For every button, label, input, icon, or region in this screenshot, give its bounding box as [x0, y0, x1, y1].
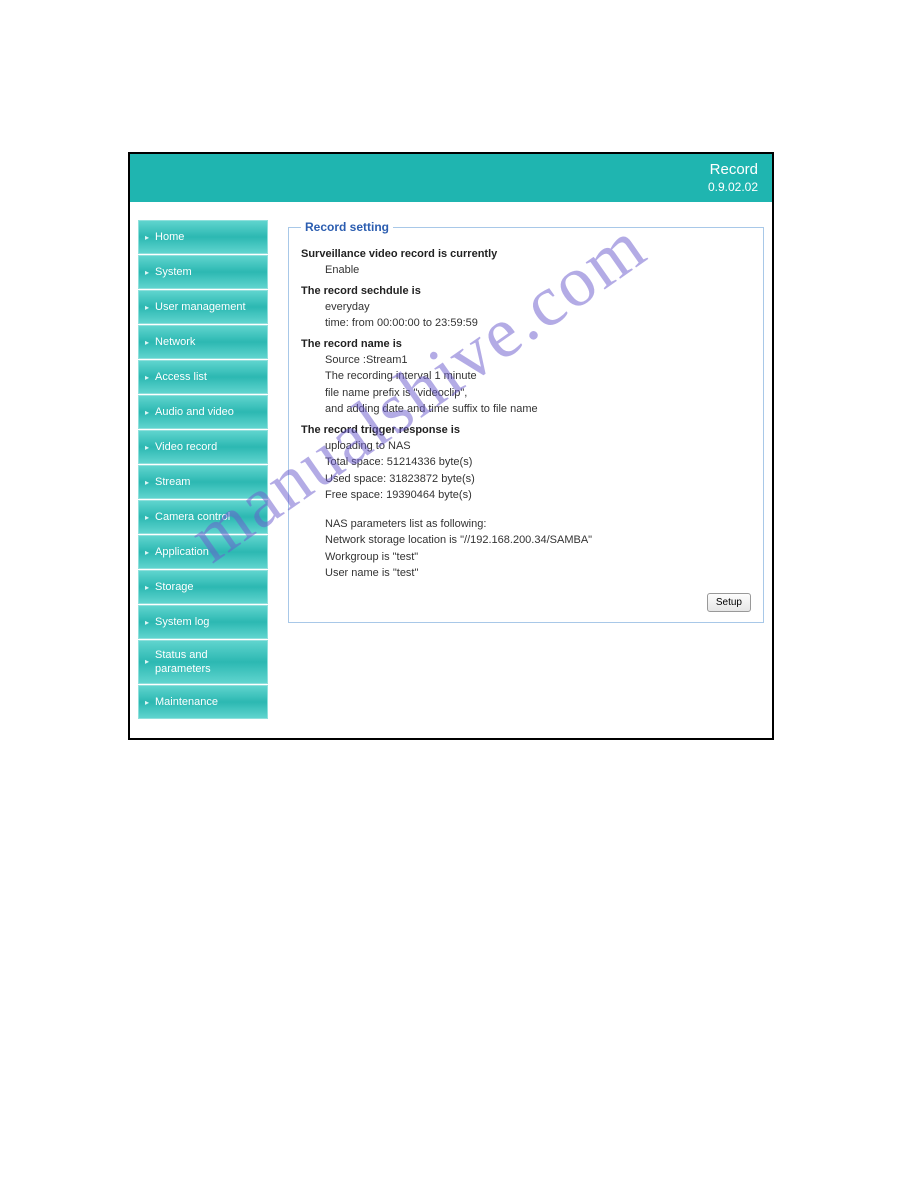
sidebar-item-home[interactable]: ▸ Home	[138, 220, 268, 254]
sidebar-item-label: System	[155, 266, 192, 278]
setup-button[interactable]: Setup	[707, 593, 751, 612]
fieldset-legend: Record setting	[301, 220, 393, 234]
sidebar: ▸Home ▸System ▸User management ▸Network …	[138, 220, 268, 720]
sidebar-item-application[interactable]: ▸ Application	[138, 535, 268, 569]
record-prefix: file name prefix is "videoclip",	[325, 385, 751, 402]
chevron-right-icon: ▸	[145, 373, 149, 382]
chevron-right-icon: ▸	[145, 233, 149, 242]
sidebar-item-label: Access list	[155, 371, 207, 383]
chevron-right-icon: ▸	[145, 408, 149, 417]
sidebar-item-storage[interactable]: ▸ Storage	[138, 570, 268, 604]
chevron-right-icon: ▸	[145, 698, 149, 707]
sidebar-item-label: Video record	[155, 441, 217, 453]
sidebar-item-label: Camera control	[155, 511, 230, 523]
chevron-right-icon: ▸	[145, 513, 149, 522]
chevron-right-icon: ▸	[145, 548, 149, 557]
schedule-frequency: everyday	[325, 299, 751, 316]
header-banner: Record 0.9.02.02	[130, 154, 772, 202]
section-trigger-title: The record trigger response is	[301, 424, 751, 436]
sidebar-item-label: Application	[155, 546, 209, 558]
used-space: Used space: 31823872 byte(s)	[325, 471, 751, 488]
sidebar-item-label: Storage	[155, 581, 194, 593]
chevron-right-icon: ▸	[145, 268, 149, 277]
free-space: Free space: 19390464 byte(s)	[325, 487, 751, 504]
sidebar-item-label: System log	[155, 616, 209, 628]
total-space: Total space: 51214336 byte(s)	[325, 454, 751, 471]
chevron-right-icon: ▸	[145, 583, 149, 592]
version-label: 0.9.02.02	[144, 180, 758, 196]
sidebar-item-stream[interactable]: ▸ Stream	[138, 465, 268, 499]
section-surveillance-title: Surveillance video record is currently	[301, 248, 751, 260]
sidebar-item-user-management[interactable]: ▸ User management	[138, 290, 268, 324]
section-schedule-title: The record sechdule is	[301, 285, 751, 297]
section-record-name-title: The record name is	[301, 338, 751, 350]
sidebar-item-label: Stream	[155, 476, 190, 488]
nas-params-header: NAS parameters list as following:	[325, 516, 751, 533]
nas-workgroup: Workgroup is "test"	[325, 549, 751, 566]
nas-username: User name is "test"	[325, 565, 751, 582]
record-interval: The recording interval 1 minute	[325, 368, 751, 385]
app-window: Record 0.9.02.02 ▸ Home ▸ System ▸ User man…	[128, 152, 774, 740]
page-title: Record	[144, 160, 758, 180]
sidebar-item-system[interactable]: ▸ System	[138, 255, 268, 289]
sidebar-item-label: Maintenance	[155, 696, 218, 708]
chevron-right-icon: ▸	[145, 338, 149, 347]
chevron-right-icon: ▸	[145, 657, 149, 667]
surveillance-status: Enable	[325, 262, 751, 279]
sidebar-item-maintenance[interactable]: ▸ Maintenance	[138, 685, 268, 719]
schedule-time: time: from 00:00:00 to 23:59:59	[325, 315, 751, 332]
sidebar-item-label: Network	[155, 336, 195, 348]
chevron-right-icon: ▸	[145, 618, 149, 627]
sidebar-item-label: Home	[155, 231, 184, 243]
sidebar-item-network[interactable]: ▸ Network	[138, 325, 268, 359]
record-suffix: and adding date and time suffix to file …	[325, 401, 751, 418]
sidebar-item-camera-control[interactable]: ▸ Camera control	[138, 500, 268, 534]
trigger-upload: uploading to NAS	[325, 438, 751, 455]
sidebar-item-access-list[interactable]: ▸ Access list	[138, 360, 268, 394]
body-area: ▸ Home ▸ System ▸ User management ▸ Network …	[130, 202, 772, 738]
sidebar-item-status-parameters[interactable]: ▸ Status and parameters	[138, 640, 268, 684]
chevron-right-icon: ▸	[145, 303, 149, 312]
sidebar-item-audio-video[interactable]: ▸ Audio and video	[138, 395, 268, 429]
sidebar-item-video-record[interactable]: ▸ Video record	[138, 430, 268, 464]
sidebar-item-label: Audio and video	[155, 406, 234, 418]
content-panel: Record setting Surveillance video record…	[288, 220, 764, 720]
record-setting-fieldset: Record setting Surveillance video record…	[288, 220, 764, 623]
chevron-right-icon: ▸	[145, 478, 149, 487]
nas-location: Network storage location is "//192.168.2…	[325, 532, 751, 549]
sidebar-item-label: User management	[155, 301, 246, 313]
chevron-right-icon: ▸	[145, 443, 149, 452]
sidebar-item-system-log[interactable]: ▸ System log	[138, 605, 268, 639]
sidebar-item-label: Status and parameters	[155, 648, 261, 677]
record-source: Source :Stream1	[325, 352, 751, 369]
